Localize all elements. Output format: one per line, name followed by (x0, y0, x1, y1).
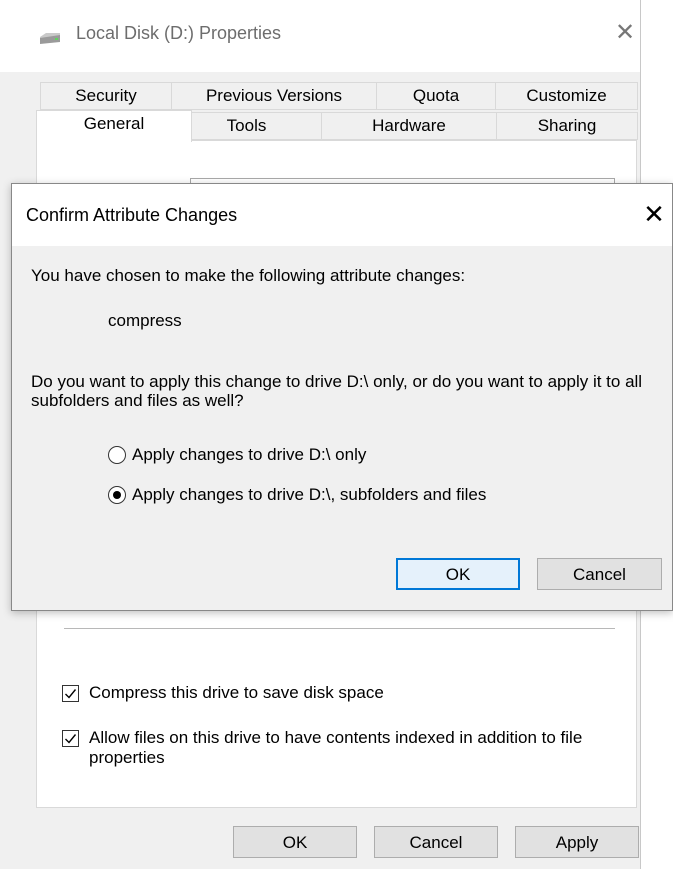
properties-titlebar: Local Disk (D:) Properties ✕ (0, 0, 640, 72)
radio-drive-subfolders-label: Apply changes to drive D:\, subfolders a… (132, 485, 487, 504)
radio-drive-only[interactable] (108, 446, 126, 464)
checkmark-icon (65, 689, 77, 699)
ok-button[interactable]: OK (233, 826, 357, 858)
tab-customize[interactable]: Customize (495, 82, 638, 110)
attribute-change-text: compress (108, 311, 182, 330)
dialog-cancel-button[interactable]: Cancel (537, 558, 662, 590)
dialog-question-text: Do you want to apply this change to driv… (31, 372, 643, 410)
checkmark-icon (65, 734, 77, 744)
dialog-intro-text: You have chosen to make the following at… (31, 266, 466, 285)
apply-button[interactable]: Apply (515, 826, 639, 858)
close-icon[interactable]: ✕ (612, 20, 638, 46)
compress-label: Compress this drive to save disk space (89, 683, 384, 702)
dialog-title: Confirm Attribute Changes (26, 205, 238, 225)
index-checkbox[interactable] (62, 730, 79, 747)
drive-icon (38, 31, 62, 45)
window-title: Local Disk (D:) Properties (76, 23, 282, 43)
tab-security[interactable]: Security (40, 82, 172, 110)
tab-general[interactable]: General (36, 110, 192, 142)
compress-checkbox[interactable] (62, 685, 79, 702)
radio-drive-only-label: Apply changes to drive D:\ only (132, 445, 367, 464)
dialog-titlebar: Confirm Attribute Changes ✕ (12, 184, 672, 246)
confirm-attribute-dialog: Confirm Attribute Changes ✕ You have cho… (11, 183, 673, 611)
tab-previous-versions[interactable]: Previous Versions (171, 82, 377, 110)
tab-hardware[interactable]: Hardware (321, 112, 497, 140)
tab-tools[interactable]: Tools (171, 112, 322, 140)
tab-quota[interactable]: Quota (376, 82, 496, 110)
close-icon[interactable]: ✕ (640, 200, 668, 228)
separator (64, 628, 615, 629)
index-label: Allow files on this drive to have conten… (89, 728, 583, 767)
radio-drive-subfolders[interactable] (108, 486, 126, 504)
radio-selected-dot (113, 491, 121, 499)
tab-sharing[interactable]: Sharing (496, 112, 638, 140)
cancel-button[interactable]: Cancel (374, 826, 498, 858)
dialog-ok-button[interactable]: OK (396, 558, 520, 590)
